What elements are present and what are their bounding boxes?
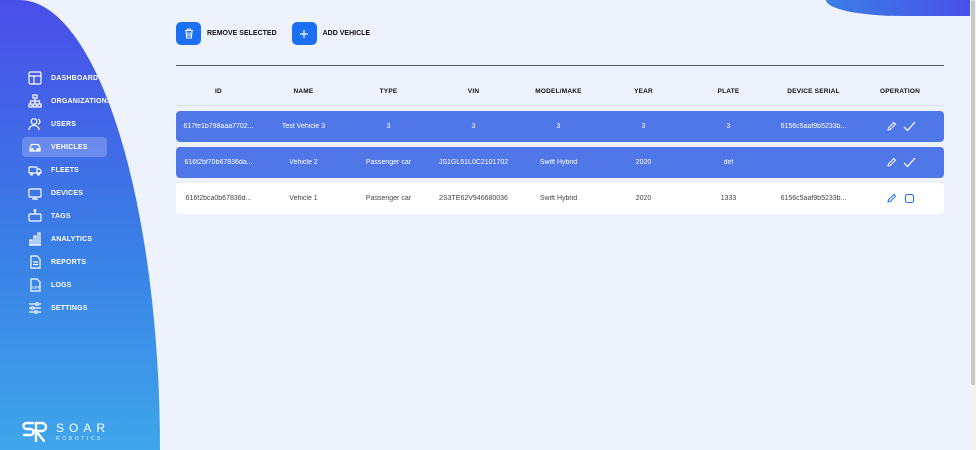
sidebar-item-vehicles[interactable]: VEHICLES (22, 137, 107, 157)
sidebar-item-dashboard[interactable]: DASHBOARD (22, 68, 142, 88)
trash-icon (184, 28, 194, 39)
cell-name: Test Vehicle 3 (281, 123, 326, 130)
plus-icon (299, 29, 309, 39)
toolbar: REMOVE SELECTED ADD VEHICLE (176, 22, 385, 45)
edit-pencil-icon[interactable] (884, 192, 898, 206)
sidebar-item-fleets[interactable]: FLEETS (22, 160, 142, 180)
cell-device-serial: 6156c5aaf9b5233b... (780, 123, 847, 130)
sidebar-nav: DASHBOARD ORGANIZATIONS USERS VEHICLES F… (22, 68, 142, 321)
corner-decoration (826, 0, 976, 16)
cell-type: Passenger car (365, 195, 412, 202)
devices-icon (28, 186, 42, 200)
sidebar-item-label: LOGS (51, 281, 72, 289)
cell-name: Vehicle 2 (289, 159, 318, 166)
sidebar-item-label: TAGS (51, 212, 71, 220)
header-device-serial: DEVICE SERIAL (787, 88, 840, 95)
soar-robotics-logo: SOAR ROBOTICS (22, 420, 110, 444)
table-row[interactable]: 616f2bca0b67836d... Vehicle 1 Passenger … (176, 183, 944, 214)
cell-vin: 3 (471, 123, 476, 130)
cell-id: 617fe1b798aaa7702... (183, 123, 254, 130)
logo-subtitle: ROBOTICS (56, 436, 103, 442)
header-year: YEAR (634, 88, 653, 95)
add-vehicle-button[interactable] (291, 22, 317, 45)
checkmark-icon[interactable] (902, 156, 916, 170)
toolbar-divider (176, 65, 944, 66)
edit-pencil-icon[interactable] (884, 156, 898, 170)
cell-plate: 3 (726, 123, 731, 130)
sidebar-item-reports[interactable]: REPORTS (22, 252, 142, 272)
header-operation: OPERATION (880, 88, 920, 95)
cell-type: Passenger car (365, 159, 412, 166)
sidebar-item-organizations[interactable]: ORGANIZATIONS (22, 91, 142, 111)
sidebar-item-label: VEHICLES (51, 143, 88, 151)
sidebar-item-label: USERS (51, 120, 77, 128)
cell-model-make: Swift Hybrid (539, 195, 578, 202)
cell-vin: JS1GL51L0C2101702 (438, 159, 509, 166)
scrollbar-thumb[interactable] (971, 0, 975, 385)
svg-text:LOG: LOG (32, 286, 41, 290)
sidebar-item-label: DASHBOARD (51, 74, 99, 82)
header-vin: VIN (467, 88, 480, 95)
cell-type: 3 (386, 123, 391, 130)
reports-icon (28, 255, 42, 269)
sidebar-item-settings[interactable]: SETTINGS (22, 298, 142, 318)
analytics-icon (28, 232, 42, 246)
header-id: ID (215, 88, 222, 95)
cell-year: 2020 (635, 159, 652, 166)
sidebar-item-tags[interactable]: TAGS (22, 206, 142, 226)
sidebar-item-label: SETTINGS (51, 304, 88, 312)
cell-device-serial: 6156c5aaf9b5233b... (780, 195, 847, 202)
cell-operation (856, 192, 944, 206)
sidebar: ‹ DASHBOARD ORGANIZATIONS USERS VEHICLES (0, 0, 160, 450)
header-plate: PLATE (717, 88, 740, 95)
cell-model-make: 3 (556, 123, 561, 130)
sidebar-item-analytics[interactable]: ANALYTICS (22, 229, 142, 249)
logo-wordmark: SOAR (56, 421, 111, 435)
logs-icon: LOG (28, 278, 42, 292)
sidebar-item-users[interactable]: USERS (22, 114, 142, 134)
sidebar-item-label: DEVICES (51, 189, 84, 197)
tags-icon (28, 209, 42, 223)
table-row[interactable]: 616f2bf70b67836da... Vehicle 2 Passenger… (176, 147, 944, 178)
cell-vin: 2S3TE62V946680036 (439, 195, 508, 202)
cell-operation (856, 120, 944, 134)
select-checkbox[interactable] (902, 192, 916, 206)
header-name: NAME (293, 88, 314, 95)
sidebar-item-label: REPORTS (51, 258, 87, 266)
cell-id: 616f2bca0b67836d... (185, 195, 252, 202)
sidebar-item-label: FLEETS (51, 166, 80, 174)
dashboard-icon (28, 71, 42, 85)
logo-mark-icon (22, 420, 48, 444)
table-header: ID NAME TYPE VIN MODEL/MAKE YEAR PLATE D… (176, 78, 944, 106)
cell-id: 616f2bf70b67836da... (184, 159, 253, 166)
header-type: TYPE (379, 88, 398, 95)
cell-year: 2020 (635, 195, 652, 202)
sidebar-item-logs[interactable]: LOG LOGS (22, 275, 142, 295)
cell-model-make: Swift Hybrid (539, 159, 578, 166)
sidebar-item-devices[interactable]: DEVICES (22, 183, 142, 203)
fleet-icon (28, 163, 42, 177)
sidebar-item-label: ANALYTICS (51, 235, 93, 243)
users-icon (28, 117, 42, 131)
header-model-make: MODEL/MAKE (535, 88, 582, 95)
sidebar-item-label: ORGANIZATIONS (51, 97, 112, 105)
cell-operation (856, 156, 944, 170)
edit-pencil-icon[interactable] (884, 120, 898, 134)
cell-plate: 1333 (720, 195, 737, 202)
remove-selected-label[interactable]: REMOVE SELECTED (207, 30, 277, 37)
page-scrollbar[interactable] (970, 0, 976, 450)
cell-year: 3 (641, 123, 646, 130)
organizations-icon (28, 94, 42, 108)
cell-name: Vehicle 1 (289, 195, 318, 202)
cell-plate: def (723, 159, 734, 166)
table-row[interactable]: 617fe1b798aaa7702... Test Vehicle 3 3 3 … (176, 111, 944, 142)
settings-icon (28, 301, 42, 315)
collapse-sidebar-icon[interactable]: ‹ (114, 48, 128, 66)
vehicles-table: ID NAME TYPE VIN MODEL/MAKE YEAR PLATE D… (176, 78, 944, 214)
remove-selected-button[interactable] (176, 22, 201, 45)
add-vehicle-label[interactable]: ADD VEHICLE (323, 30, 370, 37)
checkmark-icon[interactable] (902, 120, 916, 134)
car-icon (28, 140, 42, 154)
